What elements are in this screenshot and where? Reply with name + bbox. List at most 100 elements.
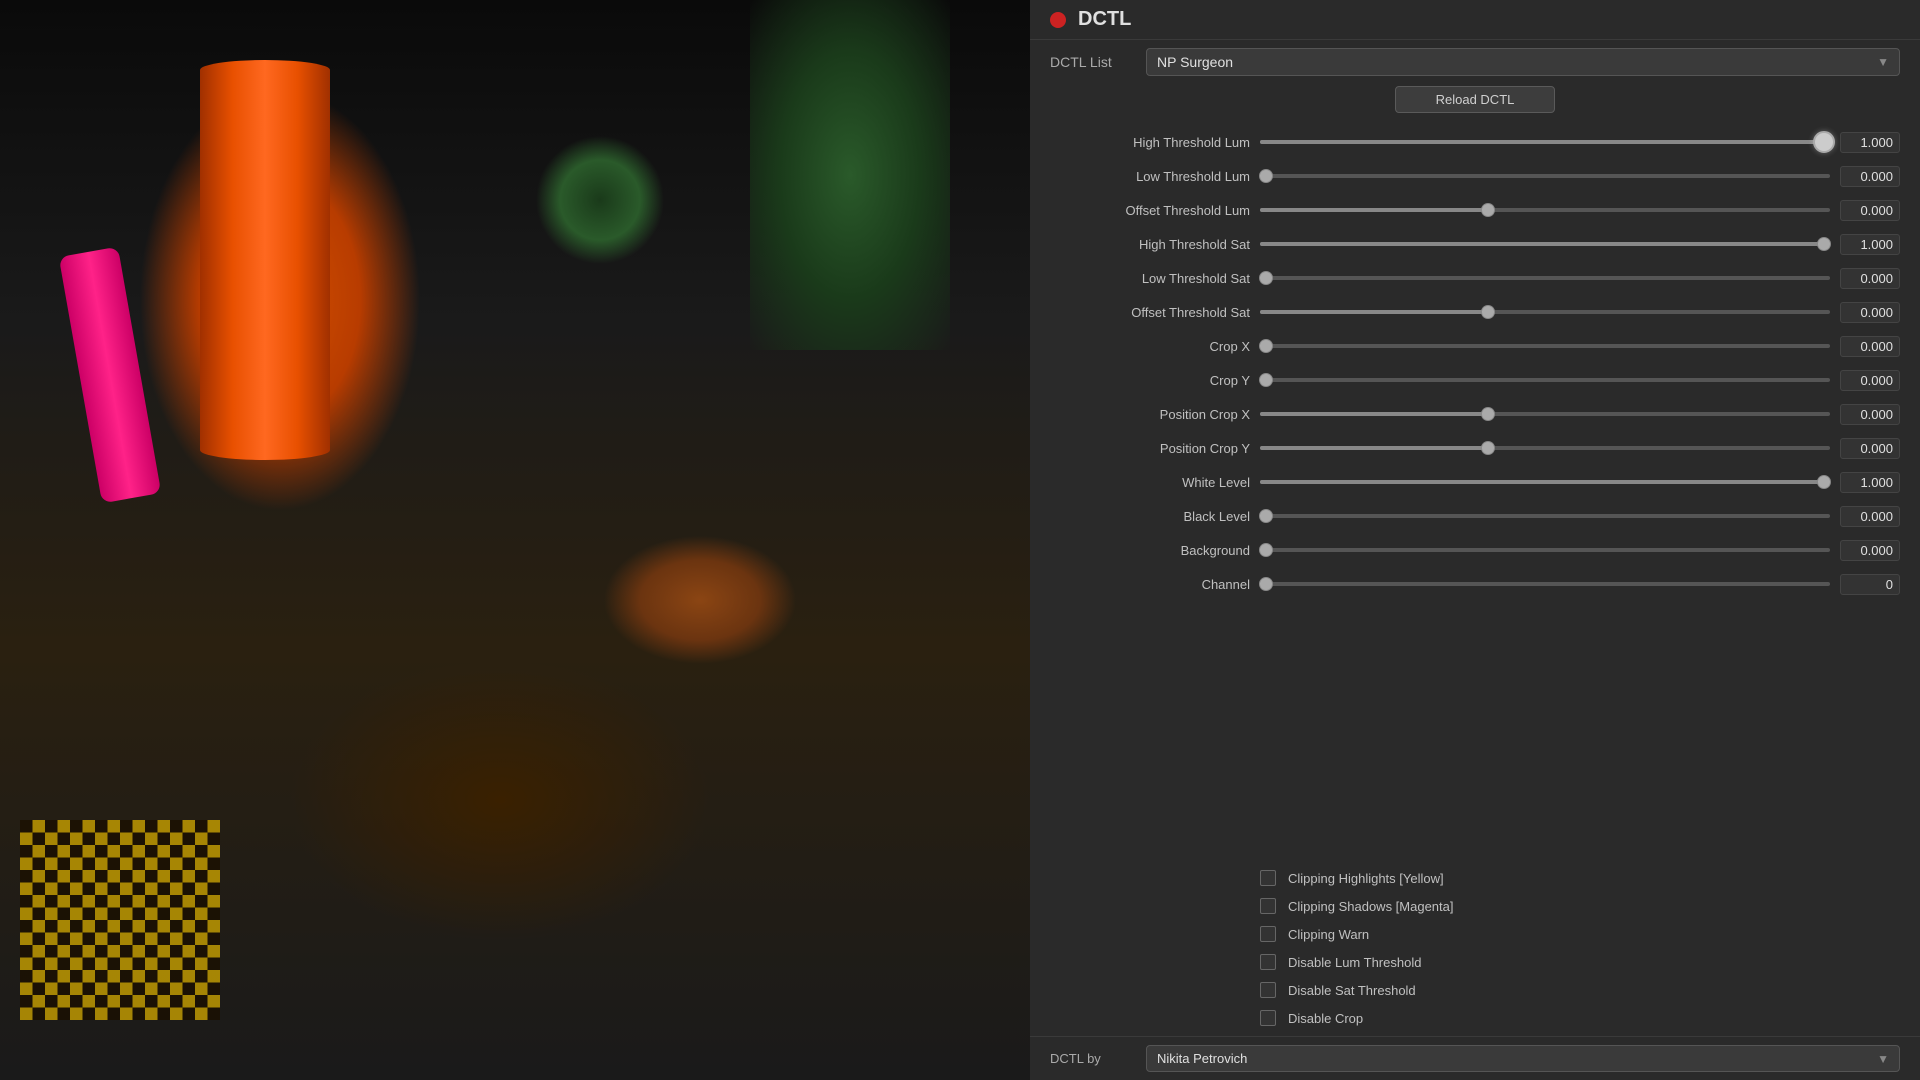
slider-track-background[interactable]: [1260, 548, 1830, 552]
checkbox-disable-lum-threshold[interactable]: [1260, 954, 1276, 970]
dctl-by-row: DCTL by Nikita Petrovich ▼: [1030, 1036, 1920, 1080]
slider-thumb-low-threshold-sat[interactable]: [1259, 271, 1273, 285]
param-label-position-crop-y: Position Crop Y: [1050, 441, 1250, 456]
slider-thumb-offset-threshold-lum[interactable]: [1481, 203, 1495, 217]
checkbox-disable-crop[interactable]: [1260, 1010, 1276, 1026]
checkbox-row-clipping-shadows: Clipping Shadows [Magenta]: [1050, 892, 1900, 920]
param-label-low-threshold-lum: Low Threshold Lum: [1050, 169, 1250, 184]
dctl-list-row: DCTL List NP Surgeon ▼: [1030, 40, 1920, 82]
slider-thumb-high-threshold-lum[interactable]: [1813, 131, 1835, 153]
reload-dctl-button[interactable]: Reload DCTL: [1395, 86, 1555, 113]
param-row-black-level: Black Level0.000: [1030, 499, 1920, 533]
param-row-high-threshold-lum: High Threshold Lum 1.000: [1030, 125, 1920, 159]
param-value-crop-y[interactable]: 0.000: [1840, 370, 1900, 391]
param-value-low-threshold-lum[interactable]: 0.000: [1840, 166, 1900, 187]
slider-track-offset-threshold-sat[interactable]: [1260, 310, 1830, 314]
slider-thumb-position-crop-x[interactable]: [1481, 407, 1495, 421]
param-row-offset-threshold-lum: Offset Threshold Lum0.000: [1030, 193, 1920, 227]
dctl-panel: DCTL DCTL List NP Surgeon ▼ Reload DCTL …: [1030, 0, 1920, 1080]
param-row-low-threshold-lum: Low Threshold Lum 0.000: [1030, 159, 1920, 193]
slider-track-low-threshold-lum[interactable]: [1260, 174, 1830, 178]
param-value-background[interactable]: 0.000: [1840, 540, 1900, 561]
slider-track-channel[interactable]: [1260, 582, 1830, 586]
param-label-position-crop-x: Position Crop X: [1050, 407, 1250, 422]
dctl-status-indicator: [1050, 12, 1066, 28]
checkbox-label-disable-sat-threshold: Disable Sat Threshold: [1288, 983, 1416, 998]
param-label-channel: Channel: [1050, 577, 1250, 592]
slider-track-position-crop-y[interactable]: [1260, 446, 1830, 450]
dctl-list-arrow: ▼: [1877, 55, 1889, 69]
slider-track-high-threshold-lum[interactable]: [1260, 140, 1830, 144]
dctl-header: DCTL: [1030, 0, 1920, 40]
checkbox-label-disable-crop: Disable Crop: [1288, 1011, 1363, 1026]
param-label-low-threshold-sat: Low Threshold Sat: [1050, 271, 1250, 286]
param-row-crop-y: Crop Y 0.000: [1030, 363, 1920, 397]
checkbox-row-disable-sat-threshold: Disable Sat Threshold: [1050, 976, 1900, 1004]
checkbox-label-clipping-warn: Clipping Warn: [1288, 927, 1369, 942]
slider-thumb-channel[interactable]: [1259, 577, 1273, 591]
checkbox-row-disable-crop: Disable Crop: [1050, 1004, 1900, 1032]
dctl-list-dropdown[interactable]: NP Surgeon ▼: [1146, 48, 1900, 76]
slider-thumb-position-crop-y[interactable]: [1481, 441, 1495, 455]
param-value-crop-x[interactable]: 0.000: [1840, 336, 1900, 357]
param-value-offset-threshold-sat[interactable]: 0.000: [1840, 302, 1900, 323]
slider-thumb-background[interactable]: [1259, 543, 1273, 557]
param-value-channel[interactable]: 0: [1840, 574, 1900, 595]
checkbox-row-clipping-highlights: Clipping Highlights [Yellow]: [1050, 864, 1900, 892]
checkbox-clipping-shadows[interactable]: [1260, 898, 1276, 914]
slider-track-low-threshold-sat[interactable]: [1260, 276, 1830, 280]
preview-image: [0, 0, 1030, 1080]
param-row-position-crop-y: Position Crop Y 0.000: [1030, 431, 1920, 465]
param-label-crop-y: Crop Y: [1050, 373, 1250, 388]
slider-fill-offset-threshold-lum: [1260, 208, 1488, 212]
slider-track-high-threshold-sat[interactable]: [1260, 242, 1830, 246]
param-value-position-crop-y[interactable]: 0.000: [1840, 438, 1900, 459]
slider-track-black-level[interactable]: [1260, 514, 1830, 518]
param-row-position-crop-x: Position Crop X 0.000: [1030, 397, 1920, 431]
checkboxes-section: Clipping Highlights [Yellow] Clipping Sha…: [1030, 860, 1920, 1036]
param-value-white-level[interactable]: 1.000: [1840, 472, 1900, 493]
slider-fill-high-threshold-sat: [1260, 242, 1824, 246]
slider-fill-position-crop-y: [1260, 446, 1488, 450]
param-value-offset-threshold-lum[interactable]: 0.000: [1840, 200, 1900, 221]
slider-thumb-white-level[interactable]: [1817, 475, 1831, 489]
slider-thumb-black-level[interactable]: [1259, 509, 1273, 523]
params-list: High Threshold Lum 1.000 Low Threshold Lum…: [1030, 121, 1920, 860]
slider-thumb-crop-y[interactable]: [1259, 373, 1273, 387]
param-label-background: Background: [1050, 543, 1250, 558]
slider-track-crop-y[interactable]: [1260, 378, 1830, 382]
slider-track-crop-x[interactable]: [1260, 344, 1830, 348]
param-label-white-level: White Level: [1050, 475, 1250, 490]
slider-fill-position-crop-x: [1260, 412, 1488, 416]
checkbox-clipping-warn[interactable]: [1260, 926, 1276, 942]
slider-track-offset-threshold-lum[interactable]: [1260, 208, 1830, 212]
param-label-high-threshold-lum: High Threshold Lum: [1050, 135, 1250, 150]
slider-thumb-low-threshold-lum[interactable]: [1259, 169, 1273, 183]
slider-thumb-high-threshold-sat[interactable]: [1817, 237, 1831, 251]
slider-thumb-crop-x[interactable]: [1259, 339, 1273, 353]
param-row-high-threshold-sat: High Threshold Sat 1.000: [1030, 227, 1920, 261]
slider-thumb-offset-threshold-sat[interactable]: [1481, 305, 1495, 319]
checkbox-label-clipping-shadows: Clipping Shadows [Magenta]: [1288, 899, 1454, 914]
param-label-high-threshold-sat: High Threshold Sat: [1050, 237, 1250, 252]
dctl-by-arrow: ▼: [1877, 1052, 1889, 1066]
checkbox-row-clipping-warn: Clipping Warn: [1050, 920, 1900, 948]
slider-track-white-level[interactable]: [1260, 480, 1830, 484]
param-value-black-level[interactable]: 0.000: [1840, 506, 1900, 527]
checkbox-disable-sat-threshold[interactable]: [1260, 982, 1276, 998]
param-value-position-crop-x[interactable]: 0.000: [1840, 404, 1900, 425]
dctl-by-dropdown[interactable]: Nikita Petrovich ▼: [1146, 1045, 1900, 1072]
param-value-high-threshold-lum[interactable]: 1.000: [1840, 132, 1900, 153]
slider-track-position-crop-x[interactable]: [1260, 412, 1830, 416]
param-label-crop-x: Crop X: [1050, 339, 1250, 354]
param-value-low-threshold-sat[interactable]: 0.000: [1840, 268, 1900, 289]
param-value-high-threshold-sat[interactable]: 1.000: [1840, 234, 1900, 255]
param-row-white-level: White Level 1.000: [1030, 465, 1920, 499]
dctl-by-label: DCTL by: [1050, 1051, 1130, 1066]
dctl-list-selected: NP Surgeon: [1157, 54, 1233, 70]
param-row-offset-threshold-sat: Offset Threshold Sat0.000: [1030, 295, 1920, 329]
checkbox-label-disable-lum-threshold: Disable Lum Threshold: [1288, 955, 1421, 970]
reload-row: Reload DCTL: [1030, 82, 1920, 121]
checkbox-clipping-highlights[interactable]: [1260, 870, 1276, 886]
dctl-by-selected: Nikita Petrovich: [1157, 1051, 1247, 1066]
